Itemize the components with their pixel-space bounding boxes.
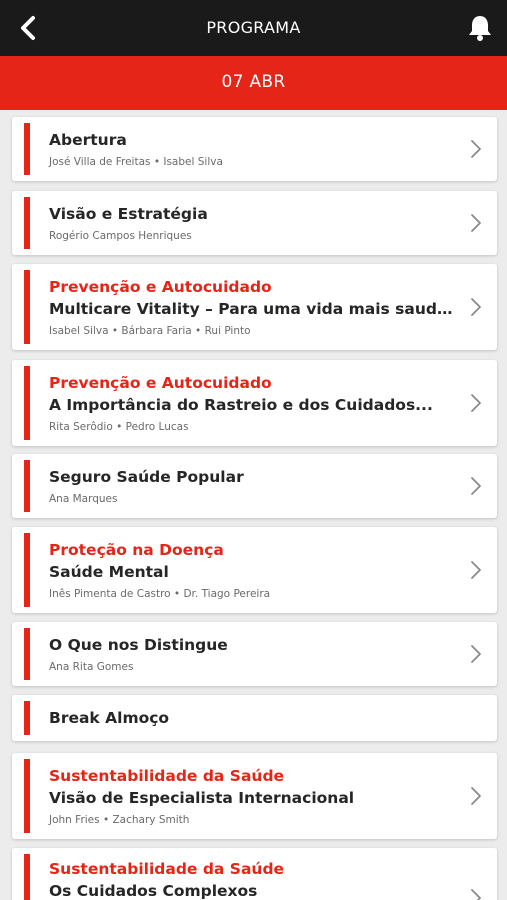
chevron-right-icon[interactable]	[469, 786, 483, 806]
session-category: Proteção na Doença	[49, 541, 224, 559]
session-title: O Que nos Distingue	[49, 636, 228, 654]
session-title: Visão de Especialista Internacional	[49, 789, 355, 807]
session-speakers: Rogério Campos Henriques	[49, 230, 192, 242]
bell-icon[interactable]	[465, 13, 495, 43]
session-text: Proteção na Doença Saúde Mental Inês Pimen…	[49, 539, 457, 602]
session-card[interactable]: Prevenção e Autocuidado Multicare Vitalit…	[12, 264, 497, 350]
session-title: Abertura	[49, 131, 127, 149]
chevron-right-icon[interactable]	[469, 139, 483, 159]
chevron-right-icon[interactable]	[469, 213, 483, 233]
session-card[interactable]: Prevenção e Autocuidado A Importância do …	[12, 360, 497, 446]
session-text: Break Almoço	[49, 707, 457, 729]
accent-bar	[24, 197, 30, 249]
top-app-bar: PROGRAMA	[0, 0, 507, 56]
accent-bar	[24, 701, 30, 735]
accent-bar	[24, 366, 30, 440]
session-title: Os Cuidados Complexos	[49, 882, 258, 900]
session-category: Sustentabilidade da Saúde	[49, 767, 285, 785]
session-speakers: José Villa de Freitas • Isabel Silva	[49, 156, 223, 168]
session-card[interactable]: Abertura José Villa de Freitas • Isabel S…	[12, 117, 497, 181]
session-title: Seguro Saúde Popular	[49, 468, 244, 486]
accent-bar	[24, 123, 30, 175]
session-category: Prevenção e Autocuidado	[49, 374, 272, 392]
accent-bar	[24, 533, 30, 607]
accent-bar	[24, 628, 30, 680]
session-text: Sustentabilidade da Saúde Os Cuidados Com…	[49, 858, 457, 900]
session-text: Seguro Saúde Popular Ana Marques	[49, 466, 457, 507]
session-text: Abertura José Villa de Freitas • Isabel S…	[49, 129, 457, 170]
session-speakers: Rita Serôdio • Pedro Lucas	[49, 421, 189, 433]
session-text: Sustentabilidade da Saúde Visão de Especi…	[49, 765, 457, 828]
accent-bar	[24, 759, 30, 833]
session-category: Prevenção e Autocuidado	[49, 278, 272, 296]
chevron-right-icon[interactable]	[469, 560, 483, 580]
session-card[interactable]: Visão e Estratégia Rogério Campos Henriqu…	[12, 191, 497, 255]
session-card[interactable]: Proteção na Doença Saúde Mental Inês Pimen…	[12, 527, 497, 613]
chevron-right-icon[interactable]	[469, 476, 483, 496]
session-title: Visão e Estratégia	[49, 205, 208, 223]
session-category: Sustentabilidade da Saúde	[49, 860, 285, 878]
accent-bar	[24, 854, 30, 900]
session-text: Prevenção e Autocuidado A Importância do …	[49, 372, 457, 435]
session-card[interactable]: Sustentabilidade da Saúde Visão de Especi…	[12, 753, 497, 839]
session-card[interactable]: Sustentabilidade da Saúde Os Cuidados Com…	[12, 848, 497, 900]
session-speakers: John Fries • Zachary Smith	[49, 814, 190, 826]
session-title: Saúde Mental	[49, 563, 169, 581]
session-speakers: Ana Rita Gomes	[49, 661, 134, 673]
date-label: 07 ABR	[221, 72, 286, 92]
chevron-right-icon[interactable]	[469, 888, 483, 900]
chevron-right-icon[interactable]	[469, 393, 483, 413]
session-card[interactable]: Seguro Saúde Popular Ana Marques	[12, 454, 497, 518]
session-text: Prevenção e Autocuidado Multicare Vitalit…	[49, 276, 457, 339]
chevron-right-icon[interactable]	[469, 644, 483, 664]
session-title: A Importância do Rastreio e dos Cuidados…	[49, 396, 433, 414]
session-title: Multicare Vitality – Para uma vida mais …	[49, 300, 457, 318]
session-text: O Que nos Distingue Ana Rita Gomes	[49, 634, 457, 675]
session-title: Break Almoço	[49, 709, 170, 727]
date-bar[interactable]: 07 ABR	[0, 56, 507, 110]
page-title: PROGRAMA	[206, 18, 301, 37]
chevron-right-icon[interactable]	[469, 297, 483, 317]
session-card: Break Almoço	[12, 695, 497, 741]
session-speakers: Inês Pimenta de Castro • Dr. Tiago Perei…	[49, 588, 271, 600]
session-text: Visão e Estratégia Rogério Campos Henriqu…	[49, 203, 457, 244]
session-speakers: Ana Marques	[49, 493, 118, 505]
accent-bar	[24, 270, 30, 344]
session-speakers: Isabel Silva • Bárbara Faria • Rui Pinto	[49, 325, 251, 337]
session-card[interactable]: O Que nos Distingue Ana Rita Gomes	[12, 622, 497, 686]
accent-bar	[24, 460, 30, 512]
